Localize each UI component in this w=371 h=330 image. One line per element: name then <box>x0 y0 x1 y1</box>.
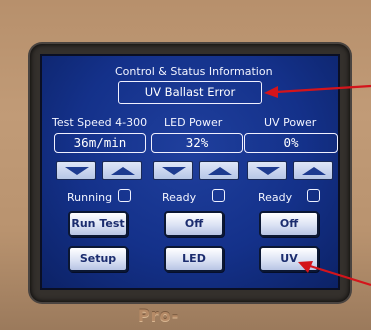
running-status-label: Running <box>67 191 113 204</box>
uv-power-increase-button[interactable] <box>293 161 333 180</box>
uv-ready-label: Ready <box>258 191 293 204</box>
arrow-up-icon <box>208 167 232 175</box>
status-message-box: UV Ballast Error <box>118 81 262 104</box>
led-power-decrease-button[interactable] <box>153 161 193 180</box>
test-speed-value[interactable]: 36m/min <box>54 133 146 153</box>
led-power-label: LED Power <box>164 116 223 129</box>
arrow-up-icon <box>302 167 326 175</box>
arrow-down-icon <box>65 167 89 175</box>
uv-off-button[interactable]: Off <box>259 211 319 237</box>
run-test-button[interactable]: Run Test <box>68 211 128 237</box>
led-power-value[interactable]: 32% <box>151 133 243 153</box>
arrow-down-icon <box>162 167 186 175</box>
led-power-increase-button[interactable] <box>199 161 239 180</box>
uv-ready-checkbox[interactable] <box>307 189 320 202</box>
led-button[interactable]: LED <box>164 246 224 272</box>
led-off-button[interactable]: Off <box>164 211 224 237</box>
led-ready-label: Ready <box>162 191 197 204</box>
test-speed-label: Test Speed 4-300 <box>52 116 148 129</box>
test-speed-increase-button[interactable] <box>102 161 142 180</box>
uv-power-label: UV Power <box>264 116 317 129</box>
brand-logo: Pro- <box>138 306 180 325</box>
led-ready-checkbox[interactable] <box>212 189 225 202</box>
running-checkbox[interactable] <box>118 189 131 202</box>
uv-power-value[interactable]: 0% <box>244 133 338 153</box>
uv-power-decrease-button[interactable] <box>247 161 287 180</box>
test-speed-decrease-button[interactable] <box>56 161 96 180</box>
uv-button[interactable]: UV <box>259 246 319 272</box>
arrow-up-icon <box>111 167 135 175</box>
panel-title: Control & Status Information <box>115 65 273 78</box>
setup-button[interactable]: Setup <box>68 246 128 272</box>
arrow-down-icon <box>256 167 280 175</box>
